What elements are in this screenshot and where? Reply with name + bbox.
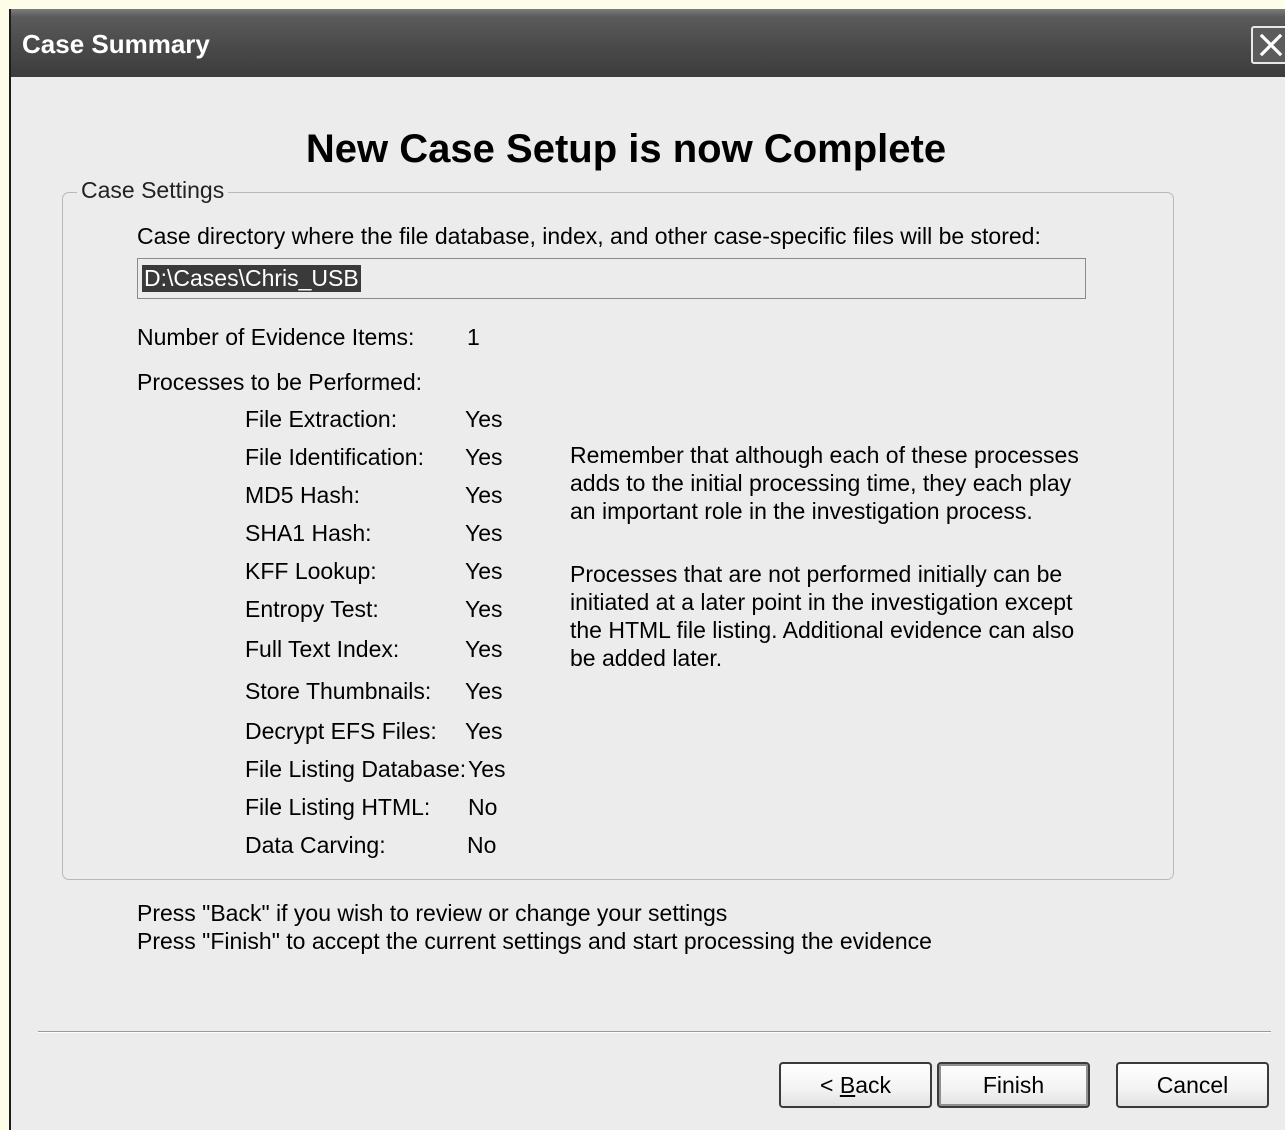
process-label: MD5 Hash: [245,482,361,508]
close-button[interactable] [1251,26,1285,64]
back-button-prefix: < [820,1072,840,1098]
window-title: Case Summary [22,29,210,59]
finish-instruction: Press "Finish" to accept the current set… [137,928,932,954]
process-value: Yes [465,444,503,470]
button-separator [38,1031,1271,1033]
process-value: Yes [465,482,503,508]
process-value: Yes [465,520,503,546]
back-instruction: Press "Back" if you wish to review or ch… [137,900,728,926]
process-label: Entropy Test: [245,596,379,622]
evidence-items-value: 1 [467,324,480,350]
cancel-button[interactable]: Cancel [1116,1062,1269,1108]
process-label: File Listing HTML: [245,794,431,820]
process-value: No [467,832,497,858]
process-value: Yes [468,756,506,782]
back-button[interactable]: < Back [779,1062,932,1108]
process-value: Yes [465,718,503,744]
case-summary-dialog: Case Summary New Case Setup is now Compl… [9,9,1285,1130]
process-value: Yes [465,596,503,622]
close-icon [1259,33,1283,57]
process-label: Full Text Index: [245,636,400,662]
title-bar[interactable]: Case Summary [11,9,1285,77]
directory-label: Case directory where the file database, … [137,223,1041,249]
back-button-mnemonic: B [839,1072,856,1098]
process-value: Yes [465,678,503,704]
process-label: SHA1 Hash: [245,520,372,546]
process-label: Decrypt EFS Files: [245,718,437,744]
later-processing-note: Processes that are not performed initial… [570,561,1075,671]
process-label: Store Thumbnails: [245,678,432,704]
process-label: File Listing Database: [245,756,467,782]
process-value: Yes [465,636,503,662]
case-directory-value: D:\Cases\Chris_USB [142,265,361,292]
page-heading: New Case Setup is now Complete [305,127,947,171]
process-label: Data Carving: [245,832,386,858]
process-label: KFF Lookup: [245,558,377,584]
process-label: File Extraction: [245,406,398,432]
process-value: Yes [465,558,503,584]
finish-button[interactable]: Finish [937,1062,1090,1108]
case-directory-field[interactable]: D:\Cases\Chris_USB [137,258,1086,299]
process-value: No [468,794,498,820]
case-settings-legend: Case Settings [77,177,229,204]
processes-label: Processes to be Performed: [137,369,423,395]
back-button-label: ack [855,1072,891,1098]
process-value: Yes [465,406,503,432]
evidence-items-label: Number of Evidence Items: [137,324,415,350]
process-label: File Identification: [245,444,424,470]
processing-time-note: Remember that although each of these pro… [570,442,1079,524]
